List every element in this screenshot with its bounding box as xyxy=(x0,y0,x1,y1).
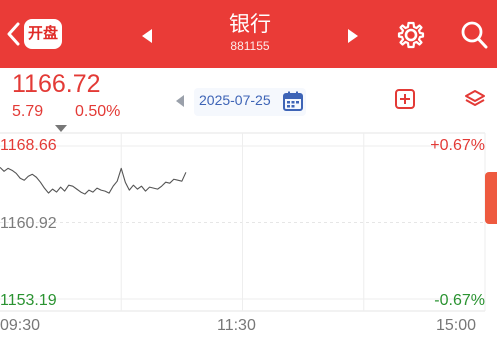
quote-panel: 1166.72 5.79 0.50% 2025-07-25 xyxy=(0,68,497,130)
chart-grid xyxy=(0,132,486,312)
side-panel-tab[interactable] xyxy=(485,172,497,224)
high-price-label: 1168.66 xyxy=(0,137,57,154)
x-tick-label-close: 15:00 xyxy=(436,317,477,334)
add-icon[interactable] xyxy=(394,88,416,110)
back-button[interactable]: 开盘 xyxy=(0,14,70,54)
date-value[interactable]: 2025-07-25 xyxy=(199,92,271,108)
intraday-chart xyxy=(0,132,486,312)
page-title: 银行 xyxy=(229,13,271,36)
open-market-button[interactable]: 开盘 xyxy=(24,19,62,49)
mid-price-label: 1160.92 xyxy=(0,215,57,232)
price-change-percent: 0.50% xyxy=(75,103,121,120)
chart-marks xyxy=(0,166,187,195)
price-series-line-1 xyxy=(0,166,187,195)
x-tick-label-midday: 11:30 xyxy=(217,317,256,334)
next-stock-icon[interactable] xyxy=(346,27,360,45)
chevron-left-icon xyxy=(7,22,20,46)
low-price-label: 1153.19 xyxy=(0,292,57,309)
high-percent-label: +0.67% xyxy=(430,137,485,154)
top-bar: 开盘 银行 881155 xyxy=(0,0,497,68)
current-price: 1166.72 xyxy=(12,70,101,98)
low-percent-label: -0.67% xyxy=(434,292,485,309)
search-icon[interactable] xyxy=(460,20,488,50)
calendar-icon[interactable] xyxy=(282,90,304,112)
title-block: 银行 881155 xyxy=(150,12,350,54)
x-tick-label-open: 09:30 xyxy=(0,317,41,334)
date-prev-icon[interactable] xyxy=(174,94,186,108)
price-change: 5.79 xyxy=(12,103,44,120)
layers-icon[interactable] xyxy=(464,88,486,110)
gear-icon[interactable] xyxy=(396,20,426,50)
stock-code: 881155 xyxy=(230,39,270,53)
